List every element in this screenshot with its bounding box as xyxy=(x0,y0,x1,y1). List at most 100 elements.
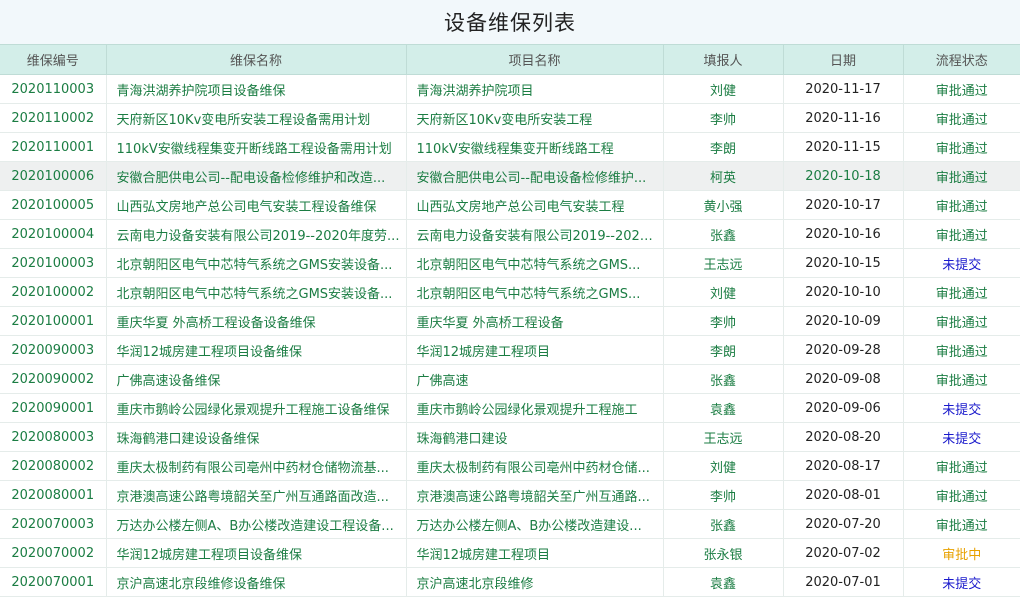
row-reporter: 张鑫 xyxy=(663,364,784,394)
row-date: 2020-10-10 xyxy=(783,277,904,307)
header-status[interactable]: 流程状态 xyxy=(903,44,1020,75)
row-code: 2020090003 xyxy=(0,335,107,365)
table-row[interactable]: 2020100001 重庆华夏 外高桥工程设备设备维保 重庆华夏 外高桥工程设备 李帅… xyxy=(0,306,1020,336)
table-row[interactable]: 2020100002 北京朝阳区电气中芯特气系统之GMS安装设备... 北京朝阳区电… xyxy=(0,277,1020,307)
row-project-name: 青海洪湖养护院项目 xyxy=(406,74,664,104)
row-maintenance-name: 云南电力设备安装有限公司2019--2020年度劳... xyxy=(106,219,407,249)
row-maintenance-name: 北京朝阳区电气中芯特气系统之GMS安装设备... xyxy=(106,248,407,278)
header-reporter[interactable]: 填报人 xyxy=(663,44,784,75)
row-maintenance-name: 华润12城房建工程项目设备维保 xyxy=(106,335,407,365)
status-badge: 审批通过 xyxy=(935,344,988,360)
status-badge: 审批通过 xyxy=(935,373,988,389)
row-project-name: 安徽合肥供电公司--配电设备检修维护... xyxy=(406,161,664,191)
row-reporter: 黄小强 xyxy=(663,190,784,220)
table-row[interactable]: 2020080003 珠海鹤港口建设设备维保 珠海鹤港口建设 王志远 2020-08-2… xyxy=(0,422,1020,452)
row-status: 审批通过 xyxy=(903,364,1020,394)
row-code: 2020080001 xyxy=(0,480,107,510)
row-reporter: 王志远 xyxy=(663,248,784,278)
row-reporter: 李朗 xyxy=(663,335,784,365)
table-row[interactable]: 2020100003 北京朝阳区电气中芯特气系统之GMS安装设备... 北京朝阳区电… xyxy=(0,248,1020,278)
row-reporter: 柯英 xyxy=(663,161,784,191)
row-date: 2020-07-01 xyxy=(783,567,904,597)
row-project-name: 珠海鹤港口建设 xyxy=(406,422,664,452)
row-code: 2020100003 xyxy=(0,248,107,278)
row-date: 2020-10-17 xyxy=(783,190,904,220)
row-project-name: 万达办公楼左侧A、B办公楼改造建设... xyxy=(406,509,664,539)
table-body: 2020110003 青海洪湖养护院项目设备维保 青海洪湖养护院项目 刘健 2020-1… xyxy=(0,74,1020,597)
page-title: 设备维保列表 xyxy=(444,11,576,35)
maintenance-table: 维保编号 维保名称 项目名称 填报人 日期 流程状态 2020110003 青海洪… xyxy=(0,44,1020,597)
row-date: 2020-11-17 xyxy=(783,74,904,104)
row-code: 2020090001 xyxy=(0,393,107,423)
table-row[interactable]: 2020070002 华润12城房建工程项目设备维保 华润12城房建工程项目 张永银 2… xyxy=(0,538,1020,568)
row-status: 审批通过 xyxy=(903,132,1020,162)
row-code: 2020080003 xyxy=(0,422,107,452)
row-status: 审批通过 xyxy=(903,335,1020,365)
table-row[interactable]: 2020110002 天府新区10Kv变电所安装工程设备需用计划 天府新区10Kv变… xyxy=(0,103,1020,133)
row-reporter: 刘健 xyxy=(663,74,784,104)
table-row[interactable]: 2020080001 京港澳高速公路粤境韶关至广州互通路面改造... 京港澳高速公路… xyxy=(0,480,1020,510)
status-badge: 审批中 xyxy=(942,547,982,563)
table-row[interactable]: 2020090002 广佛高速设备维保 广佛高速 张鑫 2020-09-08 审批通过 xyxy=(0,364,1020,394)
status-badge: 审批通过 xyxy=(935,518,988,534)
row-maintenance-name: 青海洪湖养护院项目设备维保 xyxy=(106,74,407,104)
row-maintenance-name: 山西弘文房地产总公司电气安装工程设备维保 xyxy=(106,190,407,220)
table-row[interactable]: 2020090003 华润12城房建工程项目设备维保 华润12城房建工程项目 李朗 20… xyxy=(0,335,1020,365)
row-reporter: 王志远 xyxy=(663,422,784,452)
row-maintenance-name: 重庆太极制药有限公司亳州中药材仓储物流基... xyxy=(106,451,407,481)
row-code: 2020080002 xyxy=(0,451,107,481)
status-badge: 审批通过 xyxy=(935,112,988,128)
row-reporter: 刘健 xyxy=(663,277,784,307)
row-maintenance-name: 京港澳高速公路粤境韶关至广州互通路面改造... xyxy=(106,480,407,510)
row-code: 2020070001 xyxy=(0,567,107,597)
status-badge: 未提交 xyxy=(942,431,982,447)
row-status: 审批通过 xyxy=(903,451,1020,481)
row-date: 2020-11-16 xyxy=(783,103,904,133)
row-maintenance-name: 广佛高速设备维保 xyxy=(106,364,407,394)
row-maintenance-name: 天府新区10Kv变电所安装工程设备需用计划 xyxy=(106,103,407,133)
table-row[interactable]: 2020090001 重庆市鹅岭公园绿化景观提升工程施工设备维保 重庆市鹅岭公园绿化… xyxy=(0,393,1020,423)
row-project-name: 京沪高速北京段维修 xyxy=(406,567,664,597)
status-badge: 审批通过 xyxy=(935,228,988,244)
table-row[interactable]: 2020110003 青海洪湖养护院项目设备维保 青海洪湖养护院项目 刘健 2020-1… xyxy=(0,74,1020,104)
status-badge: 审批通过 xyxy=(935,170,988,186)
row-status: 未提交 xyxy=(903,422,1020,452)
row-maintenance-name: 110kV安徽线程集变开断线路工程设备需用计划 xyxy=(106,132,407,162)
row-date: 2020-10-18 xyxy=(783,161,904,191)
status-badge: 审批通过 xyxy=(935,83,988,99)
row-maintenance-name: 安徽合肥供电公司--配电设备检修维护和改造... xyxy=(106,161,407,191)
row-maintenance-name: 华润12城房建工程项目设备维保 xyxy=(106,538,407,568)
row-reporter: 张永银 xyxy=(663,538,784,568)
header-project[interactable]: 项目名称 xyxy=(406,44,664,75)
table-row[interactable]: 2020100006 安徽合肥供电公司--配电设备检修维护和改造... 安徽合肥供电… xyxy=(0,161,1020,191)
row-code: 2020110001 xyxy=(0,132,107,162)
table-row[interactable]: 2020070003 万达办公楼左侧A、B办公楼改造建设工程设备... 万达办公楼左… xyxy=(0,509,1020,539)
row-project-name: 天府新区10Kv变电所安装工程 xyxy=(406,103,664,133)
row-status: 未提交 xyxy=(903,248,1020,278)
status-badge: 审批通过 xyxy=(935,489,988,505)
row-code: 2020090002 xyxy=(0,364,107,394)
row-project-name: 京港澳高速公路粤境韶关至广州互通路... xyxy=(406,480,664,510)
row-date: 2020-07-20 xyxy=(783,509,904,539)
row-date: 2020-10-15 xyxy=(783,248,904,278)
status-badge: 审批通过 xyxy=(935,460,988,476)
status-badge: 未提交 xyxy=(942,257,982,273)
row-project-name: 华润12城房建工程项目 xyxy=(406,335,664,365)
table-row[interactable]: 2020110001 110kV安徽线程集变开断线路工程设备需用计划 110kV安徽… xyxy=(0,132,1020,162)
header-code[interactable]: 维保编号 xyxy=(0,44,107,75)
header-name[interactable]: 维保名称 xyxy=(106,44,407,75)
row-project-name: 重庆华夏 外高桥工程设备 xyxy=(406,306,664,336)
row-reporter: 张鑫 xyxy=(663,509,784,539)
table-row[interactable]: 2020070001 京沪高速北京段维修设备维保 京沪高速北京段维修 袁鑫 2020-0… xyxy=(0,567,1020,597)
table-row[interactable]: 2020100004 云南电力设备安装有限公司2019--2020年度劳... 云南… xyxy=(0,219,1020,249)
row-status: 审批通过 xyxy=(903,219,1020,249)
row-status: 审批通过 xyxy=(903,277,1020,307)
row-code: 2020070003 xyxy=(0,509,107,539)
page-title-bar: 设备维保列表 xyxy=(0,0,1020,44)
header-date[interactable]: 日期 xyxy=(783,44,904,75)
table-row[interactable]: 2020100005 山西弘文房地产总公司电气安装工程设备维保 山西弘文房地产总公司… xyxy=(0,190,1020,220)
row-maintenance-name: 京沪高速北京段维修设备维保 xyxy=(106,567,407,597)
row-code: 2020100006 xyxy=(0,161,107,191)
status-badge: 审批通过 xyxy=(935,199,988,215)
table-row[interactable]: 2020080002 重庆太极制药有限公司亳州中药材仓储物流基... 重庆太极制药有… xyxy=(0,451,1020,481)
